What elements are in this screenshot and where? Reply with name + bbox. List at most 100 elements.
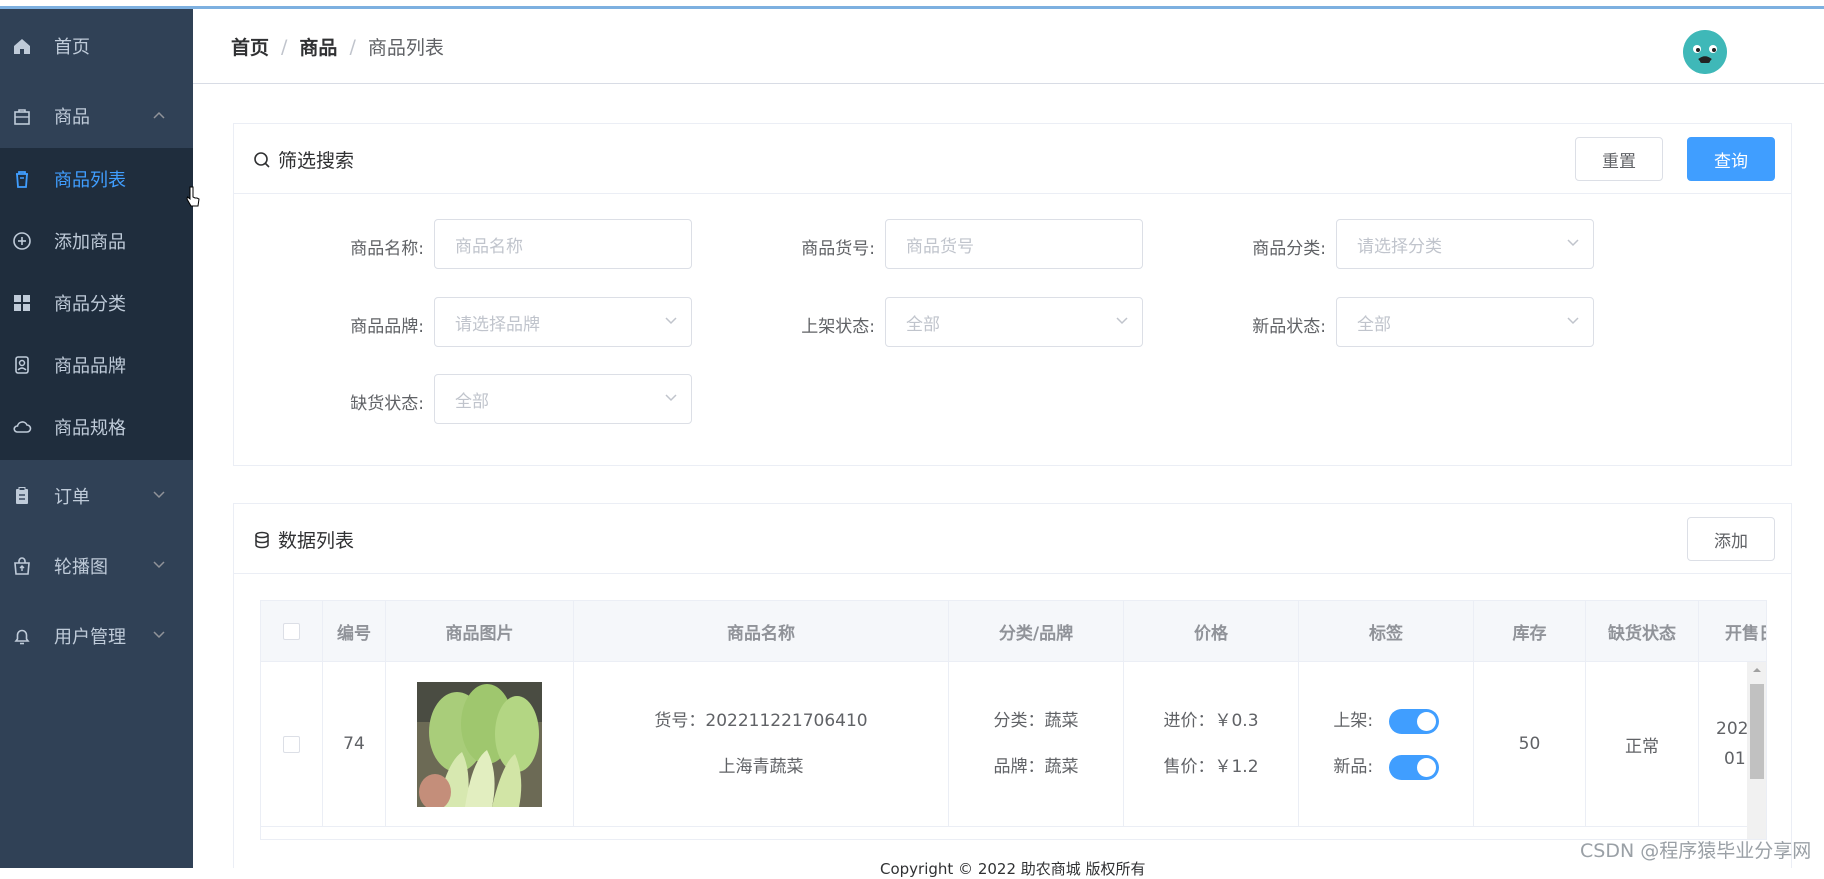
sidebar-item-label: 用户管理 bbox=[54, 627, 126, 648]
chevron-up-icon bbox=[152, 109, 166, 123]
query-button[interactable]: 查询 bbox=[1687, 137, 1775, 181]
chevron-down-icon bbox=[152, 489, 166, 503]
sidebar-item-add-goods[interactable]: 添加商品 bbox=[0, 210, 193, 272]
stock-status-label: 缺货状态: bbox=[350, 394, 424, 414]
goods-sku-input[interactable]: 商品货号 bbox=[885, 219, 1143, 269]
column-header[interactable]: 库存 bbox=[1474, 601, 1586, 662]
watermark: CSDN @程序猿毕业分享网 bbox=[1580, 840, 1812, 862]
grid-icon bbox=[12, 293, 32, 313]
category-brand-cell: 分类：蔬菜 品牌：蔬菜 bbox=[949, 662, 1124, 827]
cost-price: 进价：￥0.3 bbox=[1163, 711, 1259, 731]
sidebar-item-goods-list[interactable]: 商品列表 bbox=[0, 148, 193, 210]
publish-status-value: 全部 bbox=[906, 314, 940, 335]
scrollbar-thumb[interactable] bbox=[1750, 684, 1764, 779]
column-header[interactable]: 缺货状态 bbox=[1586, 601, 1699, 662]
goods-category-select[interactable]: 请选择分类 bbox=[1336, 219, 1594, 269]
sidebar-item-label: 轮播图 bbox=[54, 557, 108, 578]
data-list-card: 数据列表 添加 编号 商品图片 商品名称 分类/品牌 价格 标签 库存 缺货状态… bbox=[233, 503, 1792, 868]
goods-name-input[interactable]: 商品名称 bbox=[434, 219, 692, 269]
sidebar-item-label: 添加商品 bbox=[54, 232, 126, 253]
brand-icon bbox=[12, 355, 32, 375]
on-shelf-label: 上架: bbox=[1333, 711, 1374, 731]
goods-id: 74 bbox=[343, 734, 365, 754]
sidebar-item-label: 商品 bbox=[54, 107, 90, 128]
add-button[interactable]: 添加 bbox=[1687, 517, 1775, 561]
scroll-up-icon[interactable] bbox=[1747, 662, 1767, 678]
breadcrumb-home[interactable]: 首页 bbox=[231, 33, 269, 60]
sidebar-item-label: 首页 bbox=[54, 37, 90, 58]
column-header[interactable]: 编号 bbox=[323, 601, 386, 662]
stock-status-cell: 正常 bbox=[1586, 662, 1699, 827]
column-header[interactable]: 商品名称 bbox=[574, 601, 949, 662]
chevron-down-icon bbox=[665, 317, 677, 325]
table-scrollbar[interactable] bbox=[1747, 662, 1767, 839]
goods-brand-placeholder: 请选择品牌 bbox=[455, 314, 540, 335]
product-image[interactable] bbox=[417, 681, 542, 807]
reset-button[interactable]: 重置 bbox=[1575, 137, 1663, 181]
image-cell bbox=[386, 662, 574, 827]
filter-card: 筛选搜索 重置 查询 商品名称: 商品名称 商品货号: 商品货号 商品分类: 请… bbox=[233, 123, 1792, 466]
copyright-footer: Copyright © 2022 助农商城 版权所有 bbox=[880, 860, 1146, 878]
column-header[interactable]: 商品图片 bbox=[386, 601, 574, 662]
data-list-title: 数据列表 bbox=[252, 526, 354, 553]
publish-status-select[interactable]: 全部 bbox=[885, 297, 1143, 347]
data-list-header: 数据列表 添加 bbox=[234, 504, 1791, 574]
stock-cell: 50 bbox=[1474, 662, 1586, 827]
publish-status-label: 上架状态: bbox=[801, 317, 875, 337]
filter-title-text: 筛选搜索 bbox=[278, 150, 355, 172]
row-select-cell bbox=[261, 662, 323, 827]
chevron-down-icon bbox=[152, 629, 166, 643]
column-header[interactable]: 开售日 bbox=[1699, 601, 1766, 662]
bell-icon bbox=[12, 626, 32, 646]
trash-list-icon bbox=[12, 169, 32, 189]
sale-date-line2: 01 bbox=[1724, 749, 1746, 769]
new-status-select[interactable]: 全部 bbox=[1336, 297, 1594, 347]
sidebar-item-goods-brand[interactable]: 商品品牌 bbox=[0, 334, 193, 396]
sidebar-item-carousel[interactable]: 轮播图 bbox=[0, 536, 193, 596]
stock-status-select[interactable]: 全部 bbox=[434, 374, 692, 424]
plus-circle-icon bbox=[12, 231, 32, 251]
new-label: 新品: bbox=[1333, 757, 1374, 777]
sidebar: 首页 商品 商品列表 添加商品 商品分类 商品品牌 商品规格 订单 轮播图 用户… bbox=[0, 9, 193, 868]
column-header[interactable]: 价格 bbox=[1124, 601, 1299, 662]
goods-brand: 品牌：蔬菜 bbox=[993, 757, 1079, 777]
sidebar-item-home[interactable]: 首页 bbox=[0, 16, 193, 76]
new-switch[interactable] bbox=[1388, 754, 1439, 780]
sidebar-item-label: 商品规格 bbox=[54, 418, 126, 439]
column-header[interactable]: 标签 bbox=[1299, 601, 1474, 662]
mouse-pointer-icon bbox=[186, 186, 200, 207]
avatar[interactable] bbox=[1683, 30, 1727, 74]
filter-title: 筛选搜索 bbox=[252, 146, 354, 173]
goods-category-placeholder: 请选择分类 bbox=[1357, 236, 1442, 257]
sidebar-item-label: 订单 bbox=[54, 487, 90, 508]
on-shelf-switch[interactable] bbox=[1388, 708, 1439, 734]
stock-status-value: 全部 bbox=[455, 391, 489, 412]
sidebar-item-goods-spec[interactable]: 商品规格 bbox=[0, 396, 193, 458]
goods-table: 编号 商品图片 商品名称 分类/品牌 价格 标签 库存 缺货状态 开售日 74 bbox=[260, 600, 1767, 840]
goods-category-label: 商品分类: bbox=[1252, 239, 1326, 259]
goods-submenu: 商品列表 添加商品 商品分类 商品品牌 商品规格 bbox=[0, 148, 193, 460]
tag-cell: 上架: 新品: bbox=[1299, 662, 1474, 827]
shopping-bag-icon bbox=[12, 556, 32, 576]
chevron-down-icon bbox=[152, 559, 166, 573]
breadcrumb-separator: / bbox=[281, 35, 288, 58]
row-checkbox[interactable] bbox=[283, 735, 300, 753]
goods-sku-placeholder: 商品货号 bbox=[906, 236, 974, 257]
column-header[interactable]: 分类/品牌 bbox=[949, 601, 1124, 662]
select-all-checkbox[interactable] bbox=[283, 622, 300, 640]
sale-date-line1: 202 bbox=[1716, 719, 1749, 739]
goods-brand-select[interactable]: 请选择品牌 bbox=[434, 297, 692, 347]
avatar-face-icon bbox=[1683, 30, 1727, 74]
sidebar-item-goods-category[interactable]: 商品分类 bbox=[0, 272, 193, 334]
goods-name-placeholder: 商品名称 bbox=[455, 236, 523, 257]
breadcrumb-goods[interactable]: 商品 bbox=[299, 33, 337, 60]
sidebar-item-orders[interactable]: 订单 bbox=[0, 466, 193, 526]
goods-sku-label: 商品货号: bbox=[801, 239, 875, 259]
home-icon bbox=[12, 36, 32, 56]
select-all-header bbox=[261, 601, 323, 662]
stock-status-value: 正常 bbox=[1625, 736, 1659, 757]
sidebar-item-user-management[interactable]: 用户管理 bbox=[0, 606, 193, 666]
data-list-title-text: 数据列表 bbox=[278, 530, 355, 552]
goods-name: 上海青蔬菜 bbox=[718, 757, 804, 777]
sidebar-item-goods[interactable]: 商品 bbox=[0, 86, 193, 146]
